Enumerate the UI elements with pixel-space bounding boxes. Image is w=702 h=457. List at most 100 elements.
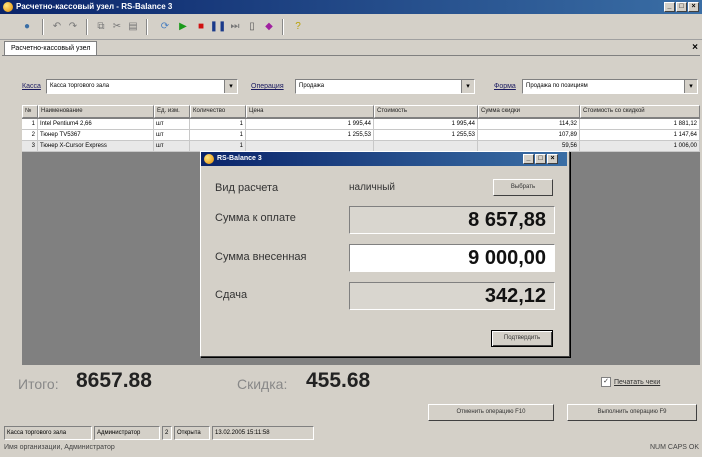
status-datetime: 13.02.2005 15:11:58 bbox=[212, 426, 314, 440]
redo-icon[interactable]: ↷ bbox=[66, 20, 80, 34]
cell-name: Intel Pentium4 2,66 bbox=[38, 119, 154, 130]
cell-number: 2 bbox=[22, 130, 38, 141]
globe-icon[interactable]: ● bbox=[20, 20, 34, 34]
dialog-maximize-button[interactable]: □ bbox=[535, 154, 546, 164]
status-user: Администратор bbox=[94, 426, 160, 440]
document-icon[interactable]: ▯ bbox=[245, 20, 259, 34]
cell-discount: 107,89 bbox=[478, 130, 580, 141]
print-check-label: Печатать чеки bbox=[614, 378, 661, 386]
cell-cost: 1 995,44 bbox=[374, 119, 478, 130]
table-row[interactable]: 1 Intel Pentium4 2,66 шт 1 1 995,44 1 99… bbox=[22, 119, 700, 130]
status-cash: Касса торгового зала bbox=[4, 426, 92, 440]
amount-due-field: 8 657,88 bbox=[349, 206, 555, 234]
dialog-close-button[interactable]: × bbox=[547, 154, 558, 164]
app-icon bbox=[3, 2, 13, 12]
help-icon[interactable]: ? bbox=[291, 20, 305, 34]
cell-total: 1 881,12 bbox=[580, 119, 700, 130]
footer-indicators: NUM CAPS OK bbox=[650, 444, 700, 451]
column-header-number[interactable]: № bbox=[22, 105, 38, 118]
chevron-down-icon[interactable]: ▾ bbox=[684, 80, 697, 93]
maximize-button[interactable]: □ bbox=[676, 2, 687, 12]
column-header-quantity[interactable]: Количество bbox=[190, 105, 246, 118]
window-title: Расчетно-кассовый узел - RS-Balance 3 bbox=[16, 2, 173, 11]
window-title-bar[interactable]: Расчетно-кассовый узел - RS-Balance 3 _ … bbox=[0, 0, 702, 14]
chevron-down-icon[interactable]: ▾ bbox=[224, 80, 237, 93]
amount-due-label: Сумма к оплате bbox=[215, 212, 296, 224]
column-header-price[interactable]: Цена bbox=[246, 105, 374, 118]
operation-select-value: Продажа bbox=[299, 83, 325, 89]
dialog-title: RS-Balance 3 bbox=[217, 155, 262, 162]
status-number: 2 bbox=[162, 426, 172, 440]
toolbar: ● ↶ ↷ ⧉ ✂ ▤ ⟳ ▶ ■ ❚❚ ⏭ ▯ ◆ ? bbox=[0, 15, 702, 40]
cell-name: Тюнер X-Cursor Express bbox=[38, 141, 154, 152]
cell-number: 3 bbox=[22, 141, 38, 152]
refresh-icon[interactable]: ⟳ bbox=[158, 20, 172, 34]
status-bar: Касса торгового зала Администратор 2 Отк… bbox=[4, 426, 316, 440]
palette-icon[interactable]: ◆ bbox=[262, 20, 276, 34]
column-header-name[interactable]: Наименование bbox=[38, 105, 154, 118]
total-value: 8657.88 bbox=[76, 369, 152, 392]
column-header-discount[interactable]: Сумма скидки bbox=[478, 105, 580, 118]
cell-price: 1 995,44 bbox=[246, 119, 374, 130]
cell-unit: шт bbox=[154, 130, 190, 141]
grid-header: № Наименование Ед. изм. Количество Цена … bbox=[22, 105, 700, 118]
cancel-operation-button[interactable]: Отменить операцию F10 bbox=[428, 404, 554, 421]
cell-number: 1 bbox=[22, 119, 38, 130]
change-label: Сдача bbox=[215, 289, 248, 301]
cash-select[interactable]: Касса торгового зала ▾ bbox=[46, 79, 238, 94]
total-label: Итого: bbox=[18, 376, 59, 392]
amount-paid-label: Сумма внесенная bbox=[215, 251, 307, 263]
operation-label: Операция bbox=[251, 83, 284, 90]
undo-icon[interactable]: ↶ bbox=[50, 20, 64, 34]
paste-icon[interactable]: ▤ bbox=[126, 20, 140, 34]
tab-cash-register[interactable]: Расчетно-кассовый узел bbox=[4, 41, 98, 56]
minimize-button[interactable]: _ bbox=[664, 2, 675, 12]
cash-select-value: Касса торгового зала bbox=[50, 83, 110, 89]
close-button[interactable]: × bbox=[688, 2, 699, 12]
checkmark-icon[interactable]: ✓ bbox=[601, 377, 611, 387]
pause-icon[interactable]: ❚❚ bbox=[210, 20, 227, 34]
dialog-title-bar[interactable]: RS-Balance 3 _ □ × bbox=[201, 152, 567, 166]
cell-discount: 114,32 bbox=[478, 119, 580, 130]
execute-operation-button[interactable]: Выполнить операцию F9 bbox=[567, 404, 697, 421]
column-header-unit[interactable]: Ед. изм. bbox=[154, 105, 190, 118]
cash-label: Касса bbox=[22, 83, 41, 90]
status-operation: Открыта bbox=[174, 426, 210, 440]
payment-type-value: наличный bbox=[349, 182, 396, 193]
cell-price: 1 255,53 bbox=[246, 130, 374, 141]
change-field: 342,12 bbox=[349, 282, 555, 310]
stop-icon[interactable]: ■ bbox=[194, 20, 208, 34]
discount-label: Скидка: bbox=[237, 376, 288, 392]
chevron-down-icon[interactable]: ▾ bbox=[461, 80, 474, 93]
footer-text: Имя организации, Администратор bbox=[4, 444, 115, 451]
cell-name: Тюнер TV5367 bbox=[38, 130, 154, 141]
payment-type-label: Вид расчета bbox=[215, 182, 279, 194]
cell-quantity: 1 bbox=[190, 130, 246, 141]
dialog-minimize-button[interactable]: _ bbox=[523, 154, 534, 164]
cell-cost: 1 255,53 bbox=[374, 130, 478, 141]
form-select-value: Продажа по позициям bbox=[526, 83, 588, 89]
step-icon[interactable]: ⏭ bbox=[228, 20, 242, 34]
form-label: Форма bbox=[494, 83, 516, 90]
cell-total: 1 006,00 bbox=[580, 141, 700, 152]
app-icon bbox=[204, 154, 214, 164]
table-row[interactable]: 2 Тюнер TV5367 шт 1 1 255,53 1 255,53 10… bbox=[22, 130, 700, 141]
amount-paid-input[interactable]: 9 000,00 bbox=[349, 244, 555, 272]
column-header-cost[interactable]: Стоимость bbox=[374, 105, 478, 118]
column-header-total[interactable]: Стоимость со скидкой bbox=[580, 105, 700, 118]
form-select[interactable]: Продажа по позициям ▾ bbox=[522, 79, 698, 94]
payment-dialog[interactable]: RS-Balance 3 _ □ × Вид расчета наличный … bbox=[200, 151, 570, 357]
copy-icon[interactable]: ⧉ bbox=[94, 20, 108, 34]
cell-unit: шт bbox=[154, 141, 190, 152]
operation-select[interactable]: Продажа ▾ bbox=[295, 79, 475, 94]
cut-icon[interactable]: ✂ bbox=[110, 20, 124, 34]
discount-value: 455.68 bbox=[306, 369, 371, 392]
cell-total: 1 147,64 bbox=[580, 130, 700, 141]
cell-quantity: 1 bbox=[190, 119, 246, 130]
tab-close-icon[interactable]: × bbox=[692, 42, 698, 53]
play-icon[interactable]: ▶ bbox=[176, 20, 190, 34]
cell-unit: шт bbox=[154, 119, 190, 130]
print-check-checkbox[interactable]: ✓ Печатать чеки bbox=[601, 377, 660, 387]
choose-button[interactable]: Выбрать bbox=[493, 179, 553, 196]
confirm-button[interactable]: Подтвердить bbox=[491, 330, 553, 347]
